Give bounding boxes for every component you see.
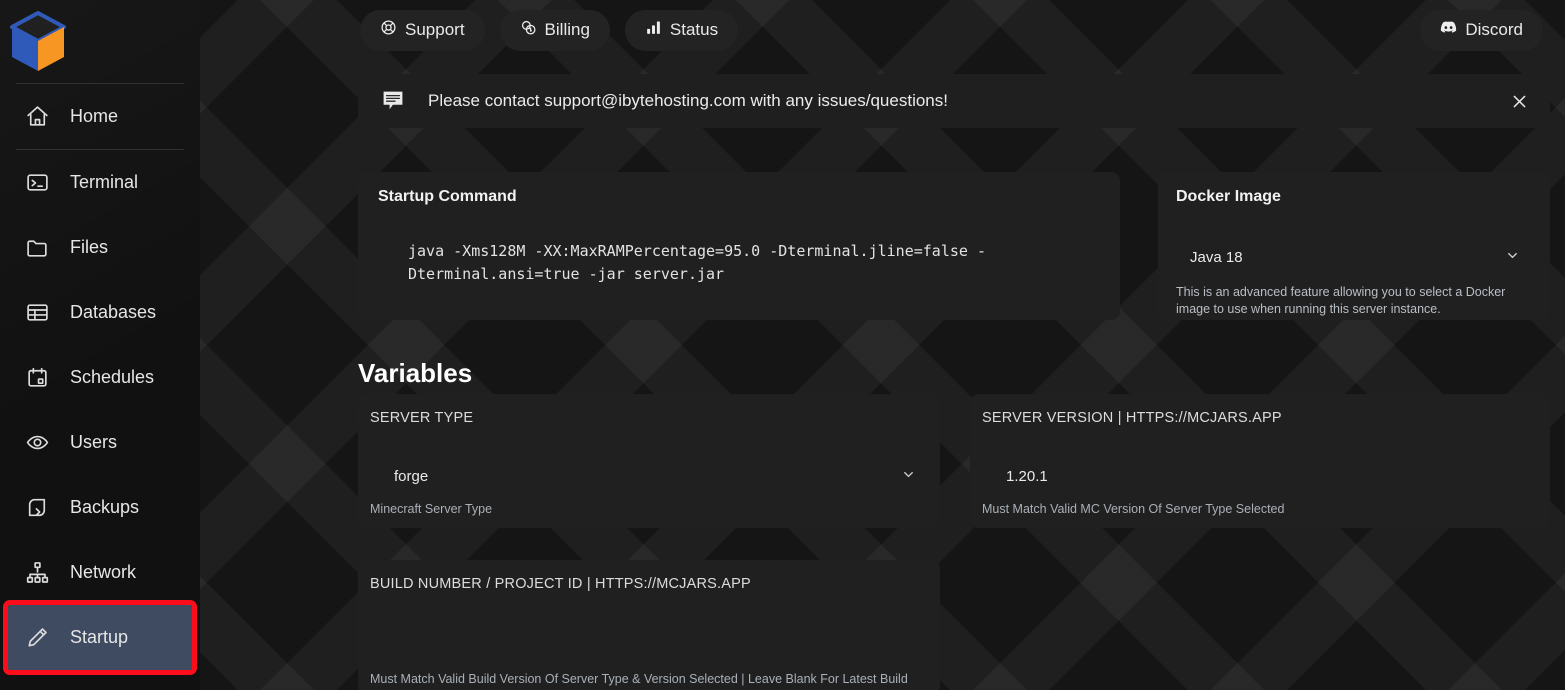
variable-input-server-version[interactable]: 1.20.1 — [982, 460, 1538, 492]
sidebar-item-label: Backups — [70, 497, 140, 517]
calendar-icon — [24, 365, 50, 391]
variable-value: 1.20.1 — [1006, 467, 1048, 485]
sidebar-item-network[interactable]: Network — [8, 540, 192, 605]
backup-icon — [24, 495, 50, 521]
docker-image-card: Docker Image Java 18 This is an advanced… — [1158, 172, 1550, 320]
variable-hint: Must Match Valid Build Version Of Server… — [370, 672, 908, 686]
sidebar-item-schedules[interactable]: Schedules — [8, 345, 192, 410]
cube-logo-icon — [10, 10, 66, 71]
pencil-icon — [24, 625, 50, 651]
sidebar-item-label: Home — [70, 106, 119, 126]
status-label: Status — [669, 20, 719, 39]
variable-value: forge — [394, 467, 429, 485]
variable-input-build-number[interactable] — [370, 626, 928, 658]
sidebar-item-users[interactable]: Users — [8, 410, 192, 475]
sidebar-item-terminal[interactable]: Terminal — [8, 150, 192, 215]
docker-image-description: This is an advanced feature allowing you… — [1176, 285, 1506, 316]
sidebar-item-home[interactable]: Home — [8, 84, 192, 149]
lifebuoy-icon — [380, 19, 397, 41]
folder-icon — [24, 235, 50, 261]
home-icon — [24, 104, 50, 130]
billing-button[interactable]: Billing — [499, 9, 610, 51]
variable-card-server-version: SERVER VERSION | HTTPS://MCJARS.APP 1.20… — [970, 394, 1550, 528]
close-icon[interactable] — [1506, 88, 1532, 114]
sidebar-item-label: Network — [70, 562, 137, 582]
sidebar-item-databases[interactable]: Databases — [8, 280, 192, 345]
startup-command-value: java -Xms128M -XX:MaxRAMPercentage=95.0 … — [408, 242, 986, 283]
sidebar: Home Terminal Files Databases Schedules … — [0, 0, 200, 690]
chevron-down-icon — [1505, 248, 1520, 267]
startup-command-card: Startup Command java -Xms128M -XX:MaxRAM… — [358, 172, 1120, 320]
sidebar-item-backups[interactable]: Backups — [8, 475, 192, 540]
sidebar-item-label: Terminal — [70, 172, 139, 192]
docker-image-select[interactable]: Java 18 — [1176, 240, 1532, 274]
network-icon — [24, 560, 50, 586]
discord-icon — [1440, 19, 1457, 41]
docker-image-selected-value: Java 18 — [1190, 248, 1243, 266]
sidebar-item-label: Startup — [70, 627, 129, 647]
docker-image-title: Docker Image — [1176, 188, 1281, 205]
startup-page: Home Terminal Files Databases Schedules … — [0, 0, 1565, 690]
support-label: Support — [405, 20, 465, 39]
sidebar-item-files[interactable]: Files — [8, 215, 192, 280]
variable-select-server-type[interactable]: forge — [370, 460, 928, 492]
variable-hint: Minecraft Server Type — [370, 502, 493, 516]
eye-icon — [24, 430, 50, 456]
startup-command-title: Startup Command — [378, 188, 517, 205]
notification-banner: Please contact support@ibytehosting.com … — [358, 74, 1550, 128]
status-button[interactable]: Status — [624, 9, 739, 51]
discord-button[interactable]: Discord — [1420, 9, 1543, 51]
variable-label: BUILD NUMBER / PROJECT ID | HTTPS://MCJA… — [370, 576, 751, 592]
bar-chart-icon — [645, 19, 662, 41]
brand-logo[interactable] — [0, 0, 200, 83]
variable-label: SERVER TYPE — [370, 410, 474, 426]
sidebar-item-label: Users — [70, 432, 118, 452]
banner-message: Please contact support@ibytehosting.com … — [428, 91, 948, 110]
variable-label: SERVER VERSION | HTTPS://MCJARS.APP — [982, 410, 1282, 426]
sidebar-item-label: Databases — [70, 302, 157, 322]
variables-heading: Variables — [358, 358, 473, 388]
billing-label: Billing — [544, 20, 590, 39]
speech-bubble-icon — [380, 88, 406, 114]
chevron-down-icon — [901, 467, 916, 486]
discord-label: Discord — [1465, 20, 1523, 39]
variable-hint: Must Match Valid MC Version Of Server Ty… — [982, 502, 1285, 516]
database-icon — [24, 300, 50, 326]
variable-card-build-number: BUILD NUMBER / PROJECT ID | HTTPS://MCJA… — [358, 560, 940, 690]
sidebar-item-label: Schedules — [70, 367, 155, 387]
topbar: Support Billing Status Discord — [200, 0, 1565, 60]
coins-icon — [520, 19, 537, 41]
sidebar-nav-primary: Home — [0, 84, 200, 149]
sidebar-nav-secondary: Terminal Files Databases Schedules Users… — [0, 150, 200, 675]
variable-card-server-type: SERVER TYPE forge Minecraft Server Type — [358, 394, 940, 528]
sidebar-item-label: Files — [70, 237, 109, 257]
sidebar-item-startup[interactable]: Startup — [3, 600, 197, 675]
terminal-icon — [24, 170, 50, 196]
support-button[interactable]: Support — [360, 9, 485, 51]
